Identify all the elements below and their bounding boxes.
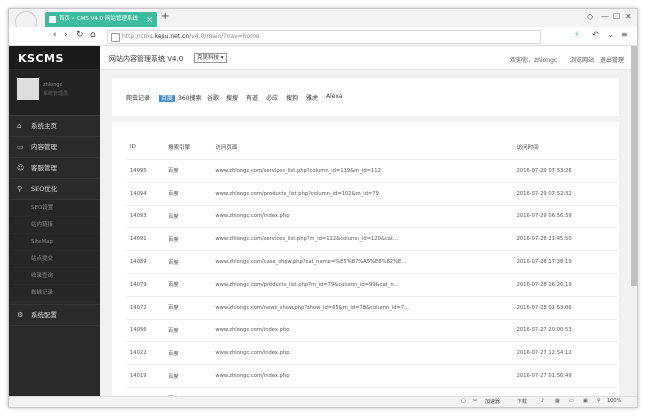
minimize-icon[interactable]: —	[601, 12, 609, 21]
search-icon: ⚲	[17, 185, 23, 193]
reload-icon[interactable]: ↻	[76, 30, 84, 40]
sidebar-item-label: 内容管理	[31, 143, 57, 151]
browser-window: 首页 • CMS V4.0 网站管理系统 × + ◇ — ☐ ✕ ‹ › ↻ ⌂…	[8, 8, 638, 408]
sound-icon[interactable]: ♪	[541, 398, 544, 404]
user-name: zhlongc	[43, 82, 63, 88]
page-icon	[49, 16, 56, 23]
sidebar-sub-seo-settings[interactable]: SEO设置	[9, 200, 100, 216]
table-row: 14091 百度 www.zhlongc.com/services_list.php…	[126, 227, 617, 252]
home-icon: ⌂	[17, 122, 22, 130]
logo: KSCMS	[18, 52, 64, 65]
site-select[interactable]: 克吴科技 ▾	[194, 53, 227, 63]
scrollbar-thumb[interactable]	[631, 46, 637, 286]
sidebar-item-content[interactable]: ▭ 内容管理	[9, 137, 100, 158]
col-time: 访问时间	[516, 135, 617, 160]
home-nav-icon[interactable]: ⌂	[90, 30, 96, 40]
table-header-row: ID 搜索引擎 访问页面 访问时间	[126, 135, 617, 160]
sidebar-sub-links[interactable]: 站内链接	[9, 217, 100, 233]
user-icon: ☺	[17, 164, 25, 172]
forward-icon[interactable]: ›	[64, 30, 68, 40]
table-row: 14072 百度 www.zhlongc.com/news_show.php?sho…	[126, 296, 617, 320]
new-tab-button[interactable]: +	[161, 11, 169, 22]
table-row: 14022 百度 www.zhlongc.com/index.php 2016-07-…	[126, 341, 617, 366]
filter-yahoo[interactable]: 雅虎	[306, 93, 318, 102]
screen-icon[interactable]: ▭	[569, 398, 574, 404]
tab-active[interactable]: 首页 • CMS V4.0 网站管理系统 ×	[45, 12, 157, 27]
table-row: 14093 百度 www.zhlongc.com/index.php 2016-07-…	[126, 205, 617, 229]
table-row: 14094 百度 www.zhlongc.com/products_list.php…	[126, 182, 617, 206]
sidebar-sub-index-query[interactable]: 收录查询	[9, 268, 100, 284]
sidebar-item-home[interactable]: ⌂ 系统主页	[9, 116, 100, 137]
status-bar: ▢ ✂ 加速器 下载 ♪ ▦ ▭ ▣ ⚲ 100%	[9, 396, 637, 407]
sidebar-sub-submit[interactable]: 站点提交	[9, 251, 100, 267]
sidebar: KSCMS zhlongc 系统管理员 ⌂ 系统主页 ▭ 内容管理 ☺ 客服管理…	[9, 46, 100, 396]
sidebar-item-label: 客服管理	[31, 164, 57, 172]
filter-soso[interactable]: 搜搜	[226, 93, 238, 102]
monitor-icon: ▭	[17, 143, 24, 151]
zoom-level[interactable]: 100%	[607, 398, 621, 404]
filter-bing[interactable]: 必应	[266, 93, 278, 102]
logo-bar: KSCMS	[9, 46, 100, 69]
dropdown-icon[interactable]: ⌄	[607, 30, 614, 39]
back-icon[interactable]: ‹	[53, 30, 57, 40]
avatar	[17, 78, 39, 100]
table-row: 14079 百度 www.zhlongc.com/products_list.php…	[126, 273, 617, 297]
gear-icon: ⚙	[17, 311, 24, 319]
table-row: 14056 百度 www.zhlongc.com/index.php 2016-07-…	[126, 319, 617, 343]
close-icon[interactable]: ×	[146, 12, 153, 27]
col-page: 访问页面	[215, 135, 517, 160]
window-icon[interactable]: ▢	[461, 398, 466, 404]
shield-icon[interactable]: ◇	[587, 12, 593, 21]
sidebar-item-config[interactable]: ⚙ 系统配置	[9, 304, 100, 326]
sidebar-item-label: 系统主页	[31, 122, 57, 130]
filter-sogou[interactable]: 搜狗	[286, 93, 298, 102]
tools-icon[interactable]: ✂	[473, 398, 477, 404]
zoom-icon[interactable]: ⚲	[597, 398, 601, 404]
sidebar-sub-sitemap[interactable]: SiteMap	[9, 234, 100, 250]
welcome-text: 欢迎你，zhlongc	[510, 57, 558, 64]
lightning-icon[interactable]: ⚡	[574, 30, 580, 39]
col-engine: 搜索引擎	[168, 135, 216, 160]
sidebar-item-service[interactable]: ☺ 客服管理	[9, 158, 100, 179]
page-icon	[111, 33, 120, 42]
table-row: 14095 百度 www.zhlongc.com/services_list.php…	[126, 159, 617, 183]
sidebar-item-label: SEO优化	[31, 185, 58, 193]
user-role: 系统管理员	[43, 91, 69, 97]
sidebar-item-seo[interactable]: ⚲ SEO优化	[9, 179, 100, 200]
filter-360[interactable]: 360搜索	[178, 93, 201, 102]
main-header: 网站内容管理系统 V4.0 克吴科技 ▾ 欢迎你，zhlongc 浏览网站 退出…	[100, 46, 637, 70]
page-title: 网站内容管理系统 V4.0	[109, 55, 184, 63]
user-box: zhlongc 系统管理员	[9, 70, 100, 116]
url-text: http://cms.kesu.net.cn/v4.0/main/?nav=ho…	[122, 33, 260, 40]
grid-icon[interactable]: ▦	[555, 398, 560, 404]
undo-icon[interactable]: ↶	[592, 30, 599, 39]
filter-youdao[interactable]: 有道	[246, 93, 258, 102]
menu-icon[interactable]: ≡	[621, 30, 628, 39]
tab-title: 首页 • CMS V4.0 网站管理系统	[59, 16, 138, 22]
download-button[interactable]: 下载	[517, 398, 527, 405]
filter-baidu[interactable]: 百度	[159, 93, 176, 102]
close-window-icon[interactable]: ✕	[625, 12, 632, 21]
filter-alexa[interactable]: Alexa	[326, 93, 343, 100]
filter-label: 爬虫记录	[126, 95, 151, 102]
table-row: 14089 百度 www.zhlongc.com/case_show.php?cat…	[126, 250, 617, 274]
logout-link[interactable]: 退出管理	[600, 55, 624, 64]
visit-site-link[interactable]: 浏览网站	[570, 55, 594, 64]
address-bar[interactable]: http://cms.kesu.net.cn/v4.0/main/?nav=ho…	[107, 30, 541, 44]
col-id: ID	[126, 135, 169, 160]
filter-google[interactable]: 谷歌	[207, 93, 219, 102]
box-icon[interactable]: ▣	[583, 398, 588, 404]
spider-log-table: ID 搜索引擎 访问页面 访问时间 14095 百度 www.zhlongc.com…	[126, 135, 617, 407]
sidebar-item-label: 系统配置	[31, 311, 57, 319]
table-row: 14019 百度 www.zhlongc.com/index.php 2016-07-…	[126, 364, 617, 388]
restore-icon[interactable]: ☐	[613, 12, 620, 21]
accelerate-button[interactable]: 加速器	[485, 398, 500, 405]
sidebar-sub-spider-log[interactable]: 蜘蛛记录	[9, 285, 100, 301]
